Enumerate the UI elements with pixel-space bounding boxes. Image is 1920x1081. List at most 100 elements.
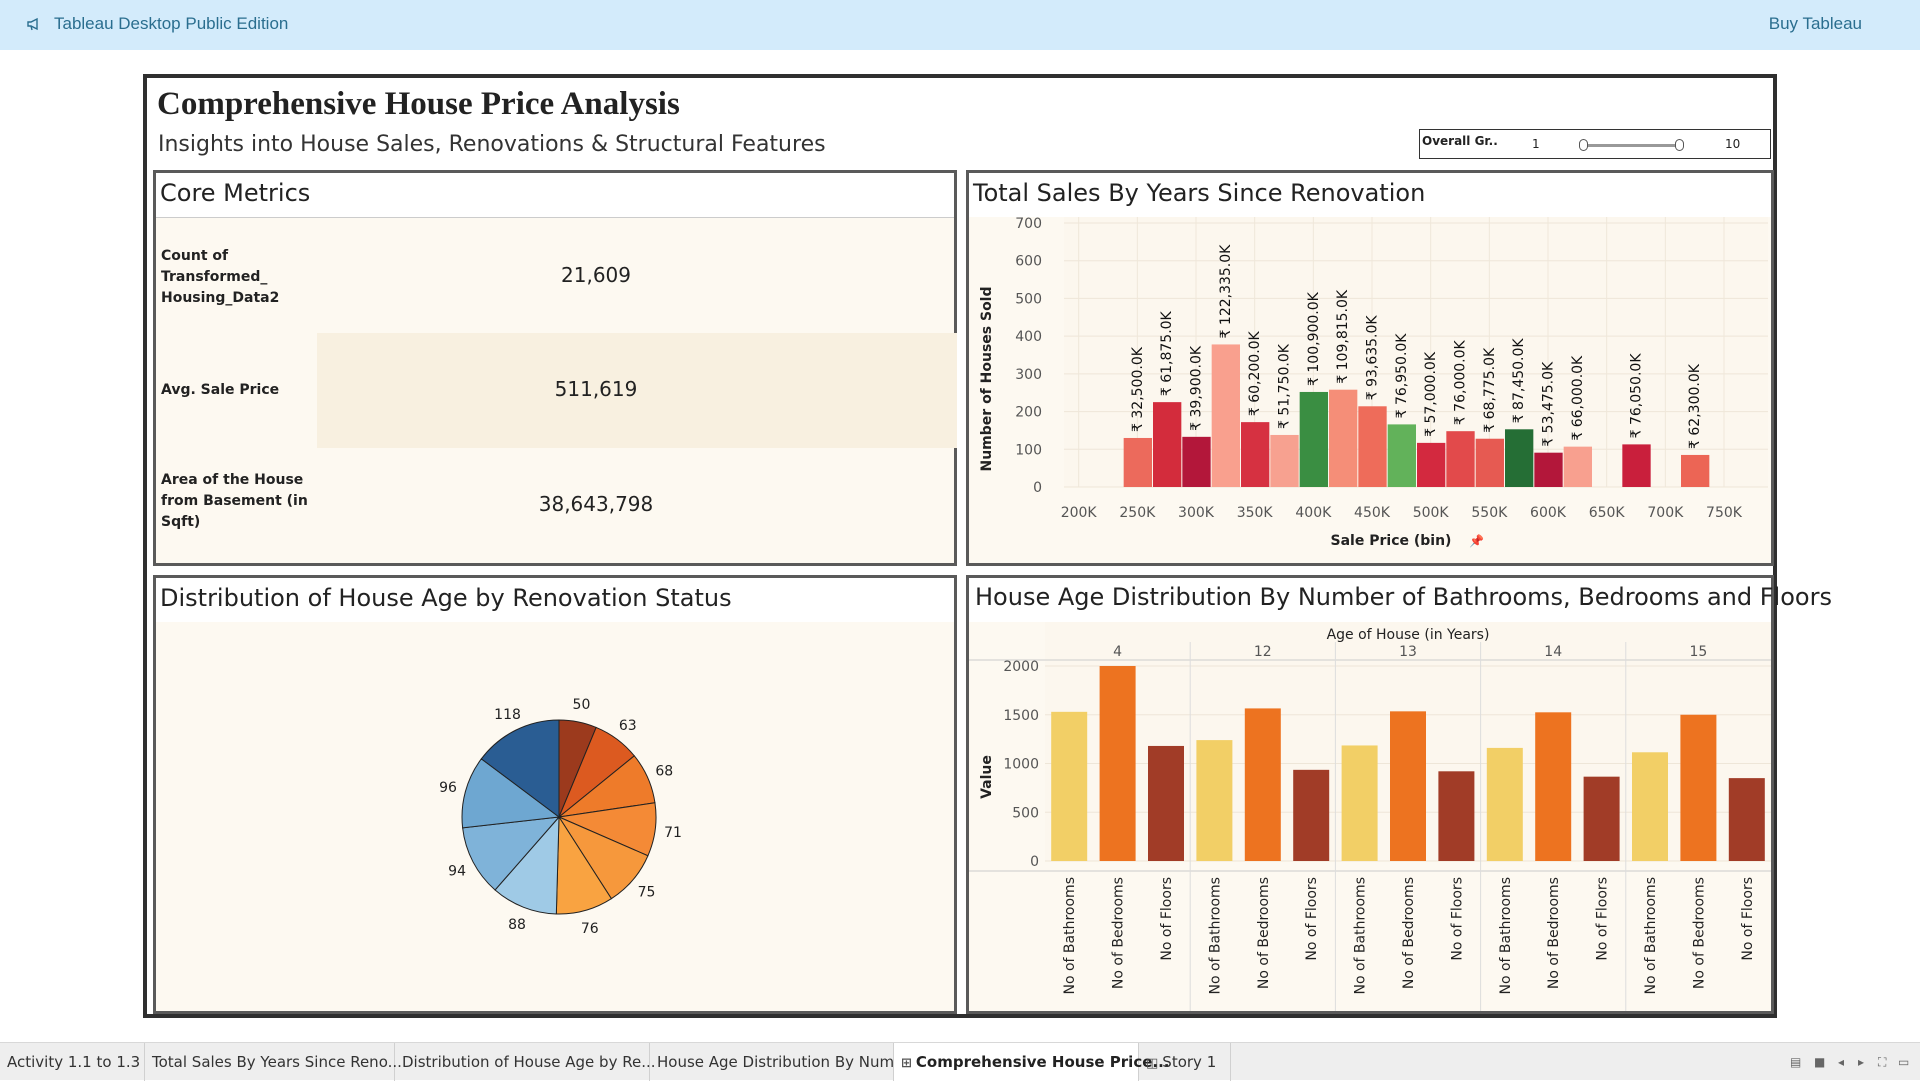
story-icon: ◫ — [1146, 1056, 1159, 1071]
pie-slice-label: 94 — [448, 863, 466, 879]
category-label: No of Bathrooms — [1062, 877, 1078, 995]
total-sales-chart[interactable]: 0 100 200 300 400 500 600 700 200K 250K 300K 350K 40… — [969, 217, 1771, 563]
metric-label-line: Sqft) — [161, 514, 201, 530]
histogram-bar — [1358, 406, 1387, 487]
pie-slice-label: 75 — [638, 885, 656, 901]
bar-data-label: ₹ 32,500.0K — [1130, 346, 1146, 432]
grouped-bar — [1293, 769, 1330, 861]
app-title: Tableau Desktop Public Edition — [54, 14, 289, 33]
histogram-bar — [1270, 434, 1299, 487]
category-label: No of Bedrooms — [1401, 877, 1417, 989]
total-sales-header: Total Sales By Years Since Renovation — [969, 173, 1771, 217]
metric-label-line: Housing_Data2 — [161, 290, 280, 306]
metric-value: 21,609 — [561, 263, 631, 287]
presentation-icon[interactable]: ▭ — [1898, 1055, 1909, 1069]
grouped-bar — [1196, 740, 1233, 861]
category-label: No of Floors — [1304, 877, 1320, 961]
tab-total-sales[interactable]: Total Sales By Years Since Reno... — [145, 1043, 402, 1081]
metric-label-line: from Basement (in — [161, 493, 308, 509]
y-tick-label: 300 — [1015, 367, 1042, 383]
previous-sheet-icon[interactable]: ◂ — [1838, 1055, 1844, 1069]
x-tick-label: 250K — [1119, 505, 1156, 521]
overall-grade-filter[interactable]: Overall Gr.. 1 10 — [1419, 129, 1771, 159]
grouped-bar — [1148, 745, 1184, 861]
tab-label: Total Sales By Years Since Reno... — [152, 1053, 402, 1071]
histogram-bar — [1446, 431, 1475, 487]
fullscreen-icon[interactable]: ⛶ — [1878, 1055, 1886, 1070]
bar-data-label: ₹ 68,775.0K — [1482, 347, 1498, 433]
histogram-bar — [1299, 391, 1328, 487]
metric-label-line: Area of the House — [161, 472, 304, 488]
house-age-distribution-chart[interactable]: Age of House (in Years) 0 500 1000 1500 2000 4… — [969, 622, 1771, 1011]
bar-data-label: ₹ 51,750.0K — [1277, 343, 1293, 429]
tab-activity[interactable]: Activity 1.1 to 1.3 — [0, 1043, 145, 1081]
group-label: 14 — [1544, 644, 1562, 660]
group-label: 15 — [1689, 644, 1707, 660]
x-tick-label: 300K — [1178, 505, 1215, 521]
filter-min-value: 1 — [1532, 137, 1540, 151]
tab-view-icon[interactable]: ■ — [1814, 1055, 1825, 1069]
next-sheet-icon[interactable]: ▸ — [1858, 1055, 1864, 1069]
y-tick-label: 0 — [1030, 854, 1039, 870]
grouped-bar — [1341, 745, 1378, 861]
category-label: No of Floors — [1449, 877, 1465, 961]
histogram-bar — [1123, 437, 1152, 487]
pie-slice-label: 118 — [494, 707, 521, 723]
grouped-bar — [1486, 747, 1523, 861]
group-axis-title: Age of House (in Years) — [1327, 627, 1490, 643]
category-label: No of Bathrooms — [1643, 877, 1659, 995]
metric-label-line: Transformed_ — [161, 269, 268, 285]
bar-data-label: ₹ 66,000.0K — [1570, 355, 1586, 441]
metric-row: Avg. Sale Price 511,619 — [156, 333, 957, 448]
house-age-pie-chart[interactable]: 50 63 68 71 75 76 88 94 96 118 — [156, 622, 954, 1011]
grouped-bar — [1099, 666, 1136, 861]
x-tick-label: 500K — [1413, 505, 1450, 521]
grouped-bar — [1680, 714, 1717, 861]
tab-story[interactable]: ◫ Story 1 — [1139, 1043, 1231, 1081]
metric-label-line: Count of — [161, 248, 229, 264]
histogram-bar — [1475, 438, 1504, 487]
filter-slider-high-handle[interactable] — [1675, 139, 1684, 151]
category-label: No of Bedrooms — [1256, 877, 1272, 989]
dashboard-icon: ⊞ — [901, 1056, 912, 1071]
pie-slice-label: 63 — [619, 718, 637, 734]
pie-slice-label: 50 — [573, 697, 591, 713]
filter-slider-track[interactable] — [1584, 144, 1680, 147]
tab-house-age[interactable]: House Age Distribution By Num... — [650, 1043, 908, 1081]
bar-data-label: ₹ 93,635.0K — [1365, 315, 1381, 401]
buy-tableau-link[interactable]: Buy Tableau — [1769, 14, 1862, 34]
grouped-bar — [1051, 711, 1088, 861]
tab-distribution[interactable]: Distribution of House Age by Re... — [395, 1043, 656, 1081]
x-axis-title: Sale Price (bin) — [1331, 533, 1452, 549]
y-tick-label: 500 — [1012, 805, 1039, 821]
distribution-panel-title: House Age Distribution By Number of Bath… — [975, 583, 1832, 611]
metric-row: Area of the House from Basement (in Sqft… — [156, 448, 954, 563]
bar-data-label: ₹ 100,900.0K — [1306, 291, 1322, 386]
total-sales-title: Total Sales By Years Since Renovation — [973, 179, 1426, 207]
histogram-bar — [1505, 429, 1534, 487]
y-tick-label: 400 — [1015, 329, 1042, 345]
pie-slice-label: 76 — [581, 921, 599, 937]
x-tick-label: 750K — [1706, 505, 1743, 521]
distribution-panel-header: House Age Distribution By Number of Bath… — [969, 578, 1832, 622]
filter-slider-low-handle[interactable] — [1579, 139, 1588, 151]
group-label: 4 — [1113, 644, 1122, 660]
tab-comprehensive[interactable]: ⊞ Comprehensive House Price... — [894, 1043, 1170, 1081]
filmstrip-icon[interactable]: ▤ — [1790, 1055, 1801, 1069]
histogram-bar — [1211, 344, 1240, 487]
category-label: No of Floors — [1595, 877, 1611, 961]
histogram-bar — [1387, 424, 1416, 487]
app-brand: Tableau Desktop Public Edition — [26, 14, 288, 34]
house-age-pie-panel: Distribution of House Age by Renovation … — [153, 575, 957, 1014]
metric-label-line: Avg. Sale Price — [161, 382, 280, 398]
bar-data-label: ₹ 53,475.0K — [1541, 361, 1557, 447]
x-tick-label: 600K — [1530, 505, 1567, 521]
sheet-tabs-bar: Activity 1.1 to 1.3 Total Sales By Years… — [0, 1042, 1920, 1081]
bar-data-label: ₹ 60,200.0K — [1247, 330, 1263, 416]
y-axis-title: Number of Houses Sold — [979, 286, 995, 471]
histogram-bar — [1329, 389, 1358, 487]
pie-panel-header: Distribution of House Age by Renovation … — [156, 578, 954, 622]
pin-icon: 📌 — [1469, 533, 1484, 548]
bar-data-label: ₹ 62,300.0K — [1687, 363, 1703, 449]
pie-slice-label: 71 — [664, 825, 682, 841]
